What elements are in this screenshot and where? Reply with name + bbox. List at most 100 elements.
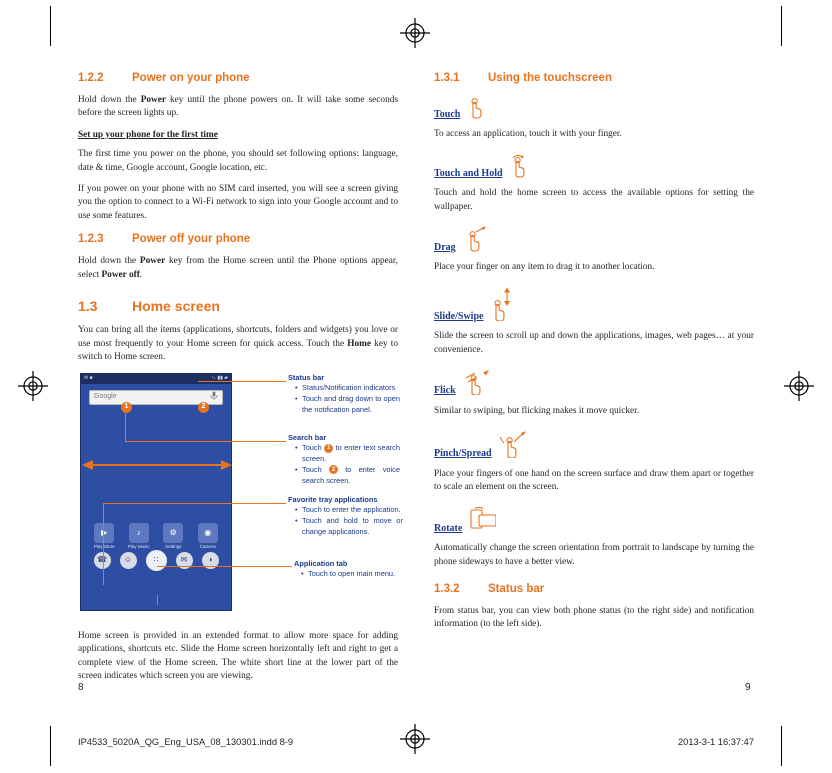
- heading-number: 1.2.2: [78, 72, 104, 84]
- badge-marker-2: 2: [328, 465, 338, 475]
- heading-text: Using the touchscreen: [488, 72, 612, 84]
- paragraph-home-screen-intro: You can bring all the items (application…: [78, 324, 398, 364]
- callout-item: Touch and hold to move or change applica…: [295, 516, 403, 537]
- app-cell[interactable]: ▶ Play Store: [91, 523, 117, 551]
- callout-item: Status/Notification indicators: [295, 383, 400, 394]
- key-power: Power: [140, 94, 166, 105]
- slide-swipe-gesture-icon: [489, 287, 515, 326]
- callout-title: Favorite tray applications: [288, 494, 378, 504]
- app-tab-icon[interactable]: ∷: [145, 549, 167, 571]
- app-cell[interactable]: ◉ Camera: [195, 523, 221, 551]
- badge-marker-1: 1: [121, 401, 132, 413]
- paragraph-extended-home-screen: Home screen is provided in an extended f…: [78, 630, 398, 682]
- gesture-touch: Touch: [434, 97, 754, 122]
- gesture-text-touch: To access an application, touch it with …: [434, 129, 622, 140]
- text-fragment: Hold down the: [78, 94, 141, 105]
- crop-mark-top-right: [781, 6, 782, 46]
- leader-line-search-bar-h: [125, 440, 286, 442]
- settings-icon: ⚙: [163, 523, 184, 544]
- gesture-text-drag: Place your finger on any item to drag it…: [434, 262, 655, 273]
- callout-title: Search bar: [288, 432, 327, 442]
- gesture-title: Slide/Swipe: [434, 310, 484, 322]
- gesture-pinch-spread: Pinch/Spread: [434, 430, 754, 461]
- callout-item: Touch to enter the application.: [295, 505, 403, 516]
- phone-icon[interactable]: ☎: [93, 551, 111, 569]
- key-home: Home: [347, 338, 372, 349]
- heading-text: Power on your phone: [132, 72, 250, 84]
- crop-mark-top-left: [50, 6, 51, 46]
- callout-item: Touch to open main menu.: [301, 569, 404, 580]
- badge-marker-1: 1: [324, 444, 334, 454]
- registration-mark-right: [784, 371, 814, 401]
- heading-number: 1.3.2: [434, 583, 460, 596]
- gesture-rotate: Rotate: [434, 506, 754, 536]
- home-screen-scroll-arrow: [82, 458, 232, 477]
- gesture-text-slide-swipe: Slide the screen to scroll up and down t…: [434, 331, 754, 355]
- page-number-right: 9: [745, 682, 751, 693]
- flick-gesture-icon: [462, 369, 492, 400]
- heading-text: Home screen: [132, 298, 220, 315]
- heading-1-2-2: 1.2.2 Power on your phone: [78, 70, 398, 87]
- callout-search-bar: Search bar Touch 1 to enter text search …: [288, 433, 400, 487]
- callout-title: Application tab: [294, 558, 348, 568]
- paragraph-no-sim: If you power on your phone with no SIM c…: [78, 184, 398, 221]
- crop-mark-bottom-right: [781, 726, 782, 766]
- leader-line-tray-v: [103, 568, 104, 585]
- key-power: Power: [139, 256, 166, 267]
- status-left-icons: ✉ ■: [84, 376, 93, 382]
- home-screen-figure: ✉ ■ ↑↓ ▮▮ ▰ Google ▶ Play Store ♪ Play M…: [78, 372, 403, 618]
- contacts-icon[interactable]: ☺: [119, 551, 137, 569]
- heading-number: 1.3: [78, 298, 98, 315]
- leader-line-app-tab-h: [157, 565, 292, 567]
- gesture-touch-and-hold: Touch and Hold: [434, 154, 754, 181]
- gesture-title: Touch: [434, 108, 461, 120]
- heading-1-3-1: 1.3.1 Using the touchscreen: [434, 70, 754, 87]
- gesture-flick: Flick: [434, 369, 754, 398]
- crop-mark-bottom-left: [50, 726, 51, 766]
- page-number-left: 8: [78, 682, 84, 693]
- google-logo-text: Google: [94, 393, 117, 401]
- badge-marker-2: 2: [198, 401, 209, 413]
- gesture-text-rotate: Automatically change the screen orientat…: [434, 543, 754, 567]
- pinch-spread-gesture-icon: [498, 430, 530, 463]
- touch-gesture-icon: [466, 97, 486, 124]
- callout-status-bar: Status bar Status/Notification indicator…: [288, 373, 400, 416]
- gesture-drag: Drag: [434, 226, 754, 255]
- drag-gesture-icon: [462, 226, 488, 257]
- leader-line-app-tab-v: [157, 594, 158, 605]
- heading-text: Power off your phone: [132, 233, 251, 246]
- subheading-set-up-phone: Set up your phone for the first time: [78, 129, 218, 140]
- heading-text: Status bar: [488, 583, 545, 596]
- app-cell[interactable]: ♪ Play Music: [126, 523, 152, 551]
- app-cell[interactable]: ⚙ Settings: [160, 523, 186, 551]
- gesture-slide-swipe: Slide/Swipe: [434, 287, 754, 324]
- leader-line-status-bar: [198, 380, 286, 382]
- gesture-text-touch-and-hold: Touch and hold the home screen to access…: [434, 188, 754, 212]
- heading-1-3-2: 1.3.2 Status bar: [434, 581, 754, 598]
- right-page-column: 1.3.1 Using the touchscreen Touch To acc…: [434, 70, 754, 640]
- footer-timestamp: 2013-3-1 16:37:47: [678, 737, 754, 747]
- heading-1-3: 1.3 Home screen: [78, 296, 398, 316]
- voice-search-icon[interactable]: [210, 391, 218, 404]
- left-page-column: 1.2.2 Power on your phone Hold down the …: [78, 70, 403, 692]
- callout-title: Status bar: [288, 372, 325, 382]
- callout-application-tab: Application tab Touch to open main menu.: [294, 559, 404, 580]
- callout-item: Touch 2 to enter voice search screen.: [295, 465, 400, 486]
- heading-1-2-3: 1.2.3 Power off your phone: [78, 231, 398, 248]
- paragraph-first-time-options: The first time you power on the phone, y…: [78, 149, 398, 173]
- touch-and-hold-gesture-icon: [509, 154, 531, 183]
- gesture-title: Flick: [434, 385, 456, 397]
- phone-status-bar: ✉ ■ ↑↓ ▮▮ ▰: [81, 373, 231, 384]
- heading-number: 1.2.3: [78, 233, 104, 246]
- callout-item: Touch 1 to enter text search screen.: [295, 443, 400, 464]
- play-music-icon: ♪: [128, 523, 149, 544]
- gesture-title: Touch and Hold: [434, 167, 503, 179]
- gesture-text-pinch-spread: Place your fingers of one hand on the sc…: [434, 468, 754, 493]
- paragraph-power-on: Hold down the Power key until the phone …: [78, 94, 398, 121]
- gesture-title: Drag: [434, 241, 456, 253]
- leader-line-tray-h: [103, 502, 286, 504]
- text-fragment: Hold down the: [78, 256, 140, 267]
- paragraph-power-off: Hold down the Power key from the Home sc…: [78, 255, 398, 282]
- text-fragment: .: [139, 269, 143, 280]
- leader-line-tray-connect: [103, 502, 104, 569]
